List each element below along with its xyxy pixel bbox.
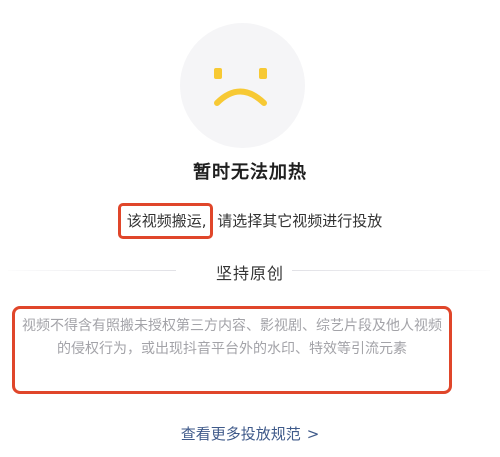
highlighted-reason: 该视频搬运, — [117, 203, 213, 239]
more-guidelines-label: 查看更多投放规范 — [180, 425, 301, 443]
reason-message: 该视频搬运, 请选择其它视频进行投放 — [0, 203, 500, 239]
chevron-right-icon: > — [306, 425, 320, 443]
status-icon-container — [180, 23, 305, 148]
more-guidelines-link[interactable]: 查看更多投放规范 > — [0, 423, 500, 444]
sad-face-icon — [214, 68, 267, 106]
description-box: 视频不得含有照搬未授权第三方内容、影视剧、综艺片段及他人视频的侵权行为，或出现抖… — [12, 306, 452, 394]
divider-right — [292, 270, 490, 271]
section-title: 坚持原创 — [215, 264, 284, 283]
page-title: 暂时无法加热 — [193, 162, 307, 183]
reason-instruction: 请选择其它视频进行投放 — [212, 212, 383, 230]
policy-description: 视频不得含有照搬未授权第三方内容、影视剧、综艺片段及他人视频的侵权行为，或出现抖… — [22, 318, 442, 357]
